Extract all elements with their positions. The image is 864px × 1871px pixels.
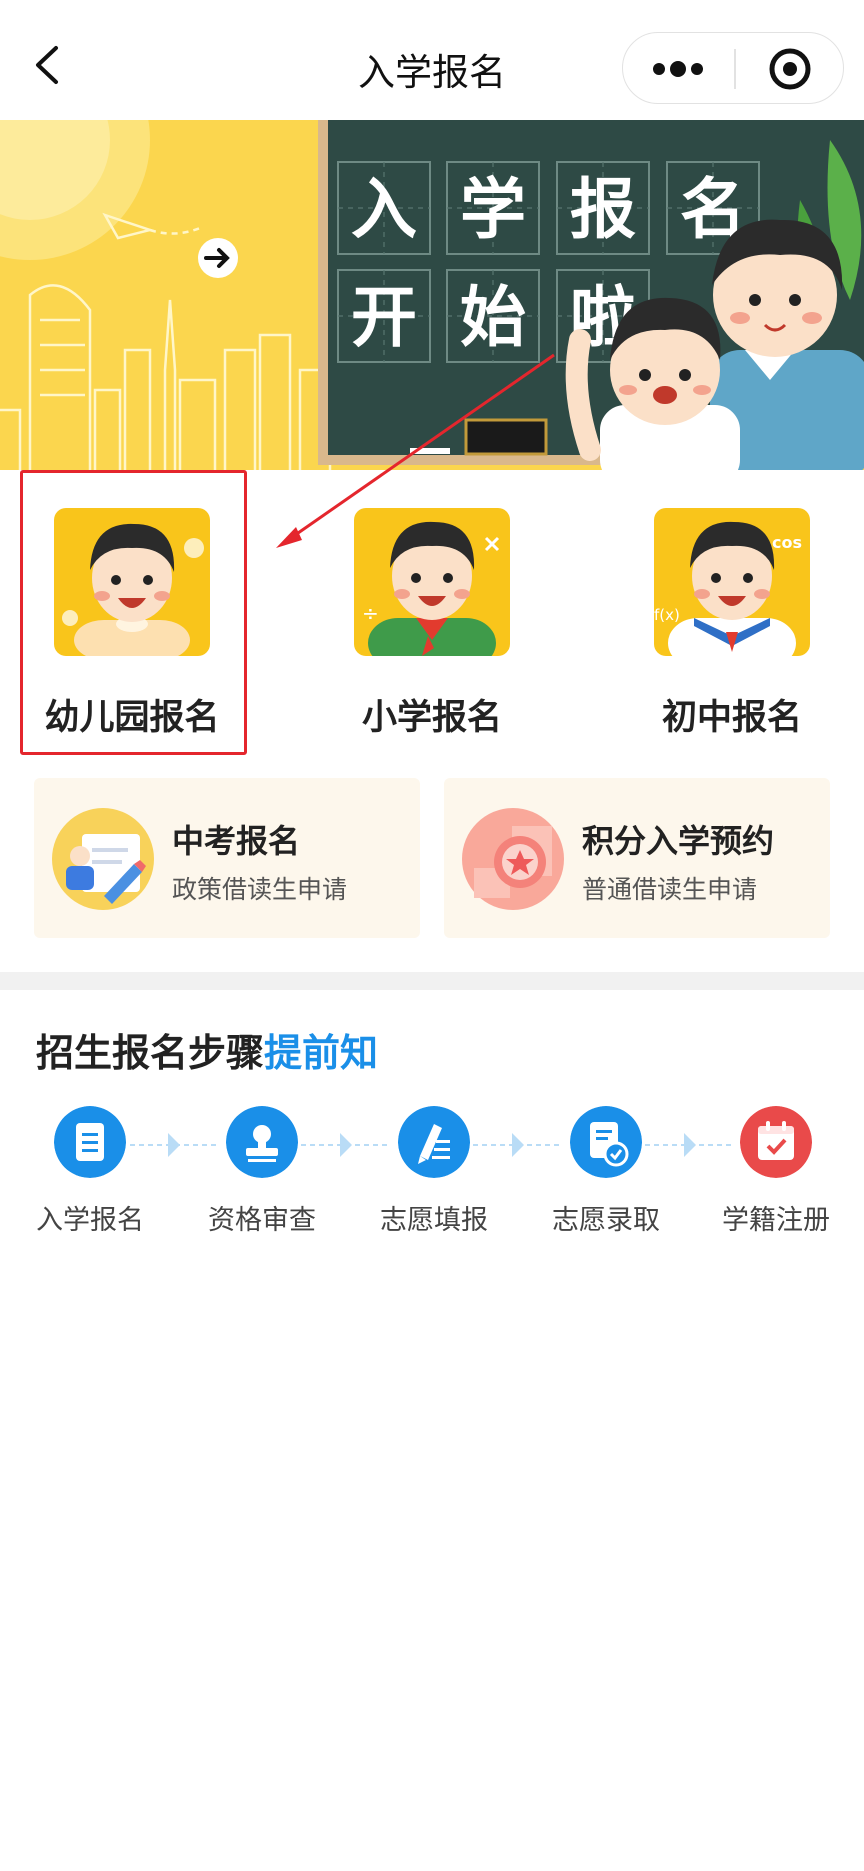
svg-text:f(x): f(x): [654, 606, 680, 624]
card-title: 积分入学预约: [582, 822, 775, 860]
nav-bar: 入学报名: [0, 0, 864, 120]
svg-text:÷: ÷: [362, 601, 379, 625]
primary-school-enroll-button[interactable]: ÷ 小学报名: [302, 468, 562, 758]
exam-form-icon: [52, 808, 154, 910]
chalk-char: 入: [351, 174, 417, 247]
kindergarten-kid-icon: [54, 508, 210, 656]
enrollment-banner[interactable]: 入 学 报 名 开 始 啦: [0, 120, 864, 470]
medal-coin-icon: [462, 808, 564, 910]
mini-program-capsule: [622, 32, 844, 104]
card-title: 中考报名: [172, 822, 301, 860]
primary-student-icon: ÷: [354, 508, 510, 656]
svg-text:cos: cos: [772, 533, 802, 552]
card-subtitle: 政策借读生申请: [172, 875, 348, 904]
more-dots-icon: [653, 61, 703, 77]
file-check-icon: [570, 1106, 642, 1178]
card-subtitle: 普通借读生申请: [582, 875, 758, 904]
steps-section-title: 招生报名步骤提前知: [36, 1022, 378, 1077]
step-registration: 学籍注册: [706, 1106, 846, 1236]
chalk-char: 开: [351, 282, 417, 355]
step-preference-fill: 志愿填报: [364, 1106, 504, 1236]
target-close-icon: [769, 48, 811, 90]
middle-school-enroll-button[interactable]: cos f(x) 初中报名: [602, 468, 862, 758]
document-list-icon: [54, 1106, 126, 1178]
step-label: 资格审查: [208, 1205, 316, 1236]
chalk-char: 学: [460, 174, 526, 247]
steps-title-main: 招生报名步骤: [36, 1031, 265, 1075]
points-admission-card[interactable]: 积分入学预约 普通借读生申请: [444, 778, 830, 938]
banner-illustration: 入 学 报 名 开 始 啦: [0, 120, 864, 470]
chalk-char: 始: [460, 282, 526, 355]
stamp-icon: [226, 1106, 298, 1178]
kindergarten-label: 幼儿园报名: [44, 698, 220, 738]
more-button[interactable]: [623, 33, 733, 105]
middle-student-icon: cos f(x): [654, 508, 810, 656]
step-label: 入学报名: [36, 1205, 144, 1236]
step-enrollment: 入学报名: [20, 1106, 160, 1236]
middle-school-label: 初中报名: [661, 698, 802, 738]
primary-school-label: 小学报名: [361, 698, 502, 738]
close-mini-program-button[interactable]: [735, 33, 845, 105]
step-qualification-review: 资格审查: [192, 1106, 332, 1236]
steps-title-highlight: 提前知: [264, 1031, 379, 1075]
step-admission: 志愿录取: [536, 1106, 676, 1236]
kindergarten-enroll-button[interactable]: 幼儿园报名: [2, 468, 262, 758]
step-label: 志愿填报: [380, 1205, 488, 1236]
school-level-grid: 幼儿园报名 ÷ 小学报名 cos f(x) 初中报名: [0, 468, 864, 758]
section-divider: [0, 972, 864, 990]
pen-edit-icon: [398, 1106, 470, 1178]
chalk-char: 报: [570, 174, 636, 247]
step-label: 学籍注册: [722, 1205, 830, 1236]
zhongkao-enroll-card[interactable]: 中考报名 政策借读生申请: [34, 778, 420, 938]
step-label: 志愿录取: [552, 1205, 660, 1236]
calendar-check-icon: [740, 1106, 812, 1178]
